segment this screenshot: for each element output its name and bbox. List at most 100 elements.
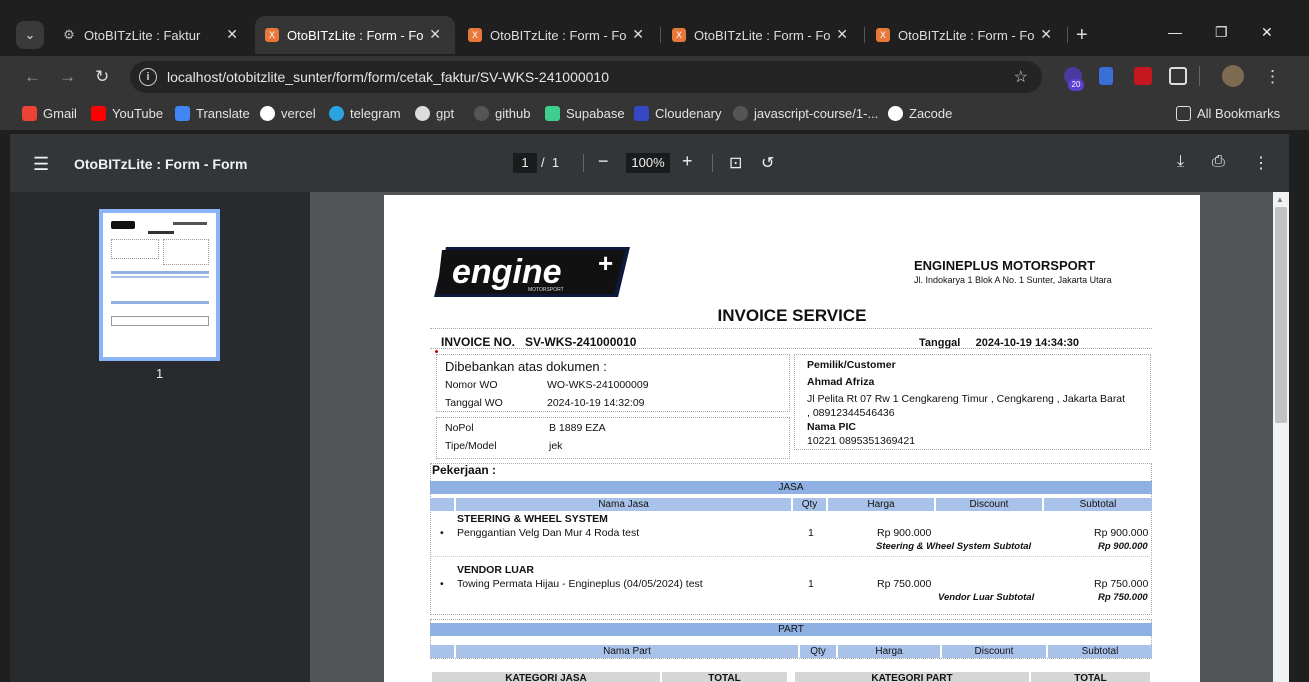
tab-5[interactable]: ꓫ OtoBITzLite : Form - Form ✕ — [866, 16, 1066, 54]
divider — [430, 328, 1152, 329]
minimize-icon[interactable]: — — [1168, 24, 1182, 40]
tab-1[interactable]: ⚙ OtoBITzLite : Faktur ✕ — [52, 16, 252, 54]
close-icon[interactable]: ✕ — [226, 26, 238, 43]
pdf-viewport[interactable]: engine + MOTORSPORT ENGINEPLUS MOTORSPOR… — [310, 192, 1273, 682]
reload-icon[interactable]: ↻ — [95, 67, 109, 87]
jasa-col-bullet — [430, 498, 454, 511]
scrollbar-thumb[interactable] — [1275, 207, 1287, 423]
bookmark-zacode[interactable]: Zacode — [888, 106, 952, 121]
all-bookmarks[interactable]: All Bookmarks — [1176, 106, 1280, 121]
nomor-wo-label: Nomor WO — [445, 379, 498, 391]
logo-wordmark: engine — [452, 253, 562, 291]
address-bar[interactable]: i localhost/otobitzlite_sunter/form/form… — [130, 61, 1042, 93]
bookmark-javascript-course[interactable]: javascript-course/1-... — [733, 106, 878, 121]
jasa-item-qty: 1 — [808, 527, 814, 539]
site-info-icon[interactable]: i — [139, 68, 157, 86]
jasa-col-harga: Harga — [828, 498, 934, 511]
tab-3[interactable]: ꓫ OtoBITzLite : Form - Form ✕ — [458, 16, 658, 54]
bookmark-translate[interactable]: Translate — [175, 106, 250, 121]
bookmark-github[interactable]: github — [474, 106, 530, 121]
part-col-discount: Discount — [942, 645, 1046, 658]
tab-title: OtoBITzLite : Form - Form — [898, 27, 1034, 43]
nopol-label: NoPol — [445, 422, 474, 434]
company-address: Jl. Indokarya 1 Blok A No. 1 Sunter, Jak… — [914, 275, 1112, 285]
print-icon[interactable]: ⎙ — [1212, 153, 1225, 171]
bookmark-star-icon[interactable]: ☆ — [1014, 67, 1028, 87]
bookmark-vercel[interactable]: vercel — [260, 106, 316, 121]
divider — [430, 556, 1152, 557]
download-icon[interactable]: ⤓ — [1177, 153, 1184, 171]
avatar[interactable] — [1222, 65, 1244, 87]
tab-search-button[interactable]: ⌄ — [16, 21, 44, 49]
restore-icon[interactable]: ❐ — [1215, 24, 1228, 41]
bookmark-label: gpt — [436, 106, 455, 121]
engineplus-logo: engine + MOTORSPORT — [434, 247, 630, 297]
bookmark-label: Gmail — [43, 106, 77, 121]
thumbnail-box — [111, 239, 159, 259]
rotate-icon[interactable]: ↺ — [761, 153, 774, 173]
bookmark-supabase[interactable]: Supabase — [545, 106, 625, 121]
tab-2[interactable]: ꓫ OtoBITzLite : Form - Form ✕ — [255, 16, 455, 54]
puzzle-extensions-icon[interactable] — [1169, 67, 1187, 85]
jasa-col-discount: Discount — [936, 498, 1042, 511]
bookmark-label: Supabase — [566, 106, 625, 121]
jasa-item-qty: 1 — [808, 578, 814, 590]
summary-header-total-part: TOTAL — [1031, 672, 1150, 682]
gear-icon: ⚙ — [63, 27, 75, 42]
vehicle-box — [436, 417, 790, 459]
bookmark-label: All Bookmarks — [1197, 106, 1281, 121]
jasa-col-qty: Qty — [793, 498, 826, 511]
extension-badge: 20 — [1068, 79, 1084, 91]
page-thumbnail[interactable] — [99, 209, 220, 361]
tab-4[interactable]: ꓫ OtoBITzLite : Form - Form ✕ — [662, 16, 862, 54]
jasa-item-name: Towing Permata Hijau - Engineplus (04/05… — [457, 578, 703, 590]
jasa-item-harga: Rp 900.000 — [877, 527, 932, 539]
bookmark-cloudenary[interactable]: Cloudenary — [634, 106, 722, 121]
zoom-out-button[interactable]: − — [598, 151, 609, 172]
thumbnail-box — [111, 316, 209, 326]
jasa-group-title: VENDOR LUAR — [457, 564, 535, 576]
hamburger-menu-icon[interactable]: ☰ — [33, 154, 49, 175]
customer-name: Ahmad Afriza — [807, 376, 875, 388]
red-dot-marker — [435, 350, 438, 353]
pic-value: 10221 0895351369421 — [807, 435, 916, 447]
pic-label: Nama PIC — [807, 421, 857, 433]
forward-arrow-icon[interactable]: → — [59, 67, 76, 87]
bookmark-gpt[interactable]: gpt — [415, 106, 454, 121]
divider — [430, 348, 1152, 349]
close-icon[interactable]: ✕ — [429, 26, 441, 43]
window-close-icon[interactable]: ✕ — [1261, 24, 1273, 41]
zoom-in-button[interactable]: + — [682, 151, 693, 172]
jasa-group-title: STEERING & WHEEL SYSTEM — [457, 513, 608, 525]
customer-address: Jl Pelita Rt 07 Rw 1 Cengkareng Timur , … — [807, 393, 1126, 405]
page-number-input[interactable]: 1 — [513, 153, 537, 173]
red-extension-icon[interactable] — [1134, 67, 1152, 85]
back-arrow-icon[interactable]: ← — [24, 67, 41, 87]
document-title: OtoBITzLite : Form - Form — [74, 156, 248, 172]
close-icon[interactable]: ✕ — [836, 26, 848, 43]
kebab-menu-icon[interactable]: ⋮ — [1264, 67, 1281, 87]
tab-strip: ⌄ ⚙ OtoBITzLite : Faktur ✕ ꓫ OtoBITzLite… — [0, 0, 1309, 56]
page-total: 1 — [551, 155, 560, 170]
page-separator: / — [541, 155, 545, 170]
more-options-icon[interactable]: ⋮ — [1253, 153, 1269, 173]
part-col-nama: Nama Part — [456, 645, 798, 658]
close-icon[interactable]: ✕ — [1040, 26, 1052, 43]
tab-title: OtoBITzLite : Faktur — [84, 27, 201, 43]
supabase-icon — [545, 106, 560, 121]
fit-page-icon[interactable]: ⊡ — [729, 153, 742, 173]
bookmark-gmail[interactable]: Gmail — [22, 106, 77, 121]
scroll-up-arrow-icon[interactable]: ▲ — [1276, 195, 1284, 204]
docs-extension-icon[interactable] — [1099, 67, 1113, 85]
tipe-value: jek — [549, 440, 563, 452]
tab-divider — [660, 27, 661, 43]
zoom-level-input[interactable]: 100% — [626, 153, 670, 173]
new-tab-plus-icon[interactable]: + — [1076, 24, 1088, 47]
bookmark-youtube[interactable]: YouTube — [91, 106, 163, 121]
tab-title: OtoBITzLite : Form - Form — [287, 27, 423, 43]
close-icon[interactable]: ✕ — [632, 26, 644, 43]
jasa-item-subtotal: Rp 750.000 — [1094, 578, 1149, 590]
xampp-icon: ꓫ — [468, 28, 482, 42]
jasa-item-subtotal: Rp 900.000 — [1094, 527, 1149, 539]
bookmark-telegram[interactable]: telegram — [329, 106, 401, 121]
